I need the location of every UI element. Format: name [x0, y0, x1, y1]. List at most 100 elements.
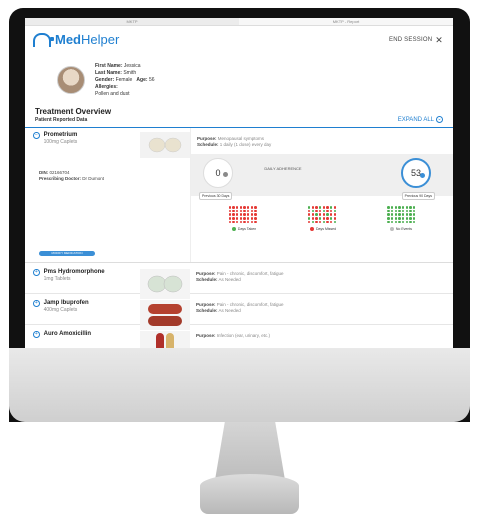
expand-icon[interactable]: + — [33, 331, 40, 338]
med-name: Prometrium — [43, 132, 78, 138]
dot-grid-taken — [387, 206, 416, 224]
adherence-dot — [235, 206, 239, 209]
adherence-dot — [254, 213, 257, 216]
adherence-dot — [405, 209, 409, 213]
adherence-dot — [322, 217, 326, 220]
med-purpose: Purpose: Menopausal symptoms Schedule: 1… — [197, 136, 272, 147]
adherence-dot — [307, 220, 311, 224]
adherence-dot — [394, 220, 398, 224]
adherence-dot — [329, 206, 333, 209]
adherence-dot — [243, 217, 246, 220]
patient-card: First Name: Jessica Last Name: Smith Gen… — [25, 53, 453, 105]
adherence-dot — [243, 206, 246, 209]
adherence-dot — [401, 220, 405, 224]
adherence-dot — [322, 213, 326, 216]
end-session-button[interactable]: END SESSION ✕ — [389, 34, 443, 45]
adherence-dot — [315, 217, 318, 220]
daily-adherence-label: DAILY ADHERENCE — [264, 166, 302, 171]
adherence-dot — [228, 209, 231, 213]
adherence-dot — [311, 213, 315, 216]
adherence-dot — [235, 213, 239, 216]
adherence-dot — [405, 220, 409, 224]
med-form: 100mg Caplets — [43, 139, 78, 145]
medication-row[interactable]: + Jamp Ibuprofen 400mg Caplets Purpose: … — [25, 294, 453, 330]
modify-medication-button[interactable]: MODIFY MEDICATION — [39, 251, 95, 256]
adherence-dot — [243, 213, 246, 216]
adherence-dot — [329, 213, 333, 216]
adherence-dot — [398, 220, 401, 224]
browser-tab[interactable]: MKTP - Report — [239, 18, 453, 25]
adherence-dot — [329, 209, 333, 213]
adherence-dot — [243, 220, 246, 224]
period-90-button[interactable]: Previous 90 Days — [401, 192, 435, 200]
medhelper-logo-icon — [33, 32, 54, 47]
logo-text: MedHelper — [55, 32, 120, 47]
collapse-icon[interactable]: − — [33, 132, 40, 139]
adherence-dot — [246, 206, 250, 209]
adherence-dot — [318, 206, 322, 209]
adherence-dot — [326, 217, 329, 220]
patient-info: First Name: Jessica Last Name: Smith Gen… — [95, 62, 155, 97]
adherence-dot — [387, 217, 390, 220]
adherence-dot — [250, 209, 254, 213]
adherence-dot — [412, 220, 416, 224]
adherence-dot — [387, 220, 390, 224]
adherence-dot — [239, 213, 243, 216]
page-title: Treatment Overview — [35, 107, 112, 116]
adherence-dot — [235, 217, 239, 220]
adherence-dot — [246, 213, 250, 216]
medication-row[interactable]: + Pms Hydromorphone 1mg Tablets Purpose:… — [25, 263, 453, 299]
adherence-dot — [412, 206, 416, 209]
expand-all-button[interactable]: EXPAND ALL ⌄ — [398, 116, 443, 123]
legend-missed: Days Missed — [310, 227, 336, 232]
adherence-dot — [322, 220, 326, 224]
adherence-dot — [318, 213, 322, 216]
treatment-overview-header: Treatment Overview Patient Reported Data… — [25, 107, 453, 128]
adherence-dot — [315, 220, 318, 224]
adherence-dot — [311, 206, 315, 209]
adherence-dot — [307, 206, 311, 209]
adherence-dot — [409, 213, 412, 216]
adherence-dot — [318, 217, 322, 220]
medication-row[interactable]: + Auro Amoxicillin Purpose: Infection (e… — [25, 325, 453, 348]
expand-icon[interactable]: + — [33, 269, 40, 276]
monitor-mockup: MKTP MKTP - Report MedHelper END SESSION… — [0, 0, 479, 518]
period-30-button[interactable]: Previous 30 Days — [199, 192, 233, 200]
app-screen: MKTP MKTP - Report MedHelper END SESSION… — [25, 18, 453, 348]
adherence-dot — [390, 220, 394, 224]
adherence-dot — [394, 213, 398, 216]
adherence-dot — [401, 206, 405, 209]
expand-icon[interactable]: + — [33, 300, 40, 307]
adherence-dot — [250, 206, 254, 209]
adherence-dot — [322, 206, 326, 209]
adherence-dot — [235, 220, 239, 224]
browser-tab[interactable]: MKTP — [25, 18, 239, 25]
adherence-dot — [329, 217, 333, 220]
adherence-dot — [232, 209, 235, 213]
adherence-dot — [254, 206, 257, 209]
adherence-dot — [394, 217, 398, 220]
close-icon: ✕ — [435, 34, 443, 45]
adherence-dot — [326, 213, 329, 216]
adherence-dot — [250, 217, 254, 220]
adherence-dot — [409, 220, 412, 224]
chevron-down-icon: ⌄ — [436, 116, 443, 123]
medication-expanded: − Prometrium 100mg Caplets DIN: 02166704… — [25, 128, 453, 263]
adherence-dot — [398, 217, 401, 220]
adherence-dot — [239, 220, 243, 224]
adherence-dot — [307, 213, 311, 216]
adherence-dot — [333, 206, 337, 209]
adherence-dot — [315, 213, 318, 216]
adherence-dot — [326, 209, 329, 213]
adherence-dot — [401, 209, 405, 213]
adherence-dot — [329, 220, 333, 224]
adherence-dot — [254, 209, 257, 213]
adherence-dot — [315, 209, 318, 213]
end-session-label: END SESSION — [389, 36, 433, 43]
pill-image — [140, 269, 190, 299]
adherence-dot — [243, 209, 246, 213]
section-subtitle: Patient Reported Data — [35, 117, 88, 123]
pill-image — [140, 300, 190, 330]
dot-grid-missed — [228, 206, 257, 224]
adherence-dot — [318, 220, 322, 224]
